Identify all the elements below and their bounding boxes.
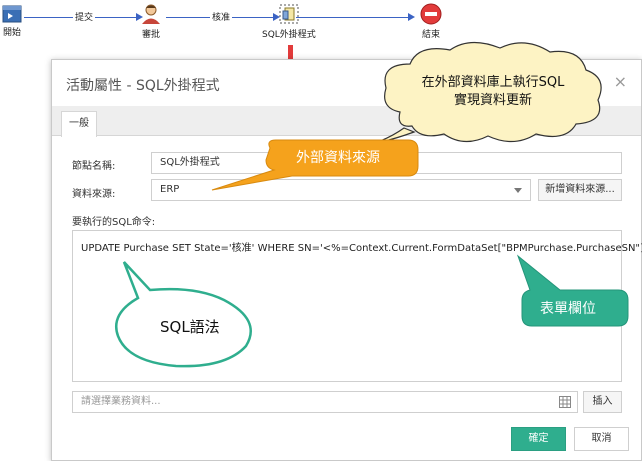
callout-shapes: [115, 41, 629, 368]
sql-syntax-callout-shape: [115, 261, 252, 368]
callout-line: 實現資料更新: [453, 93, 532, 108]
sql-syntax-callout: SQL語法: [160, 318, 220, 336]
db-update-callout: 在外部資料庫上執行SQL 實現資料更新: [418, 74, 568, 110]
callout-line: 在外部資料庫上執行SQL: [421, 75, 565, 90]
form-field-callout: 表單欄位: [540, 301, 596, 317]
external-source-callout: 外部資料來源: [296, 150, 380, 166]
